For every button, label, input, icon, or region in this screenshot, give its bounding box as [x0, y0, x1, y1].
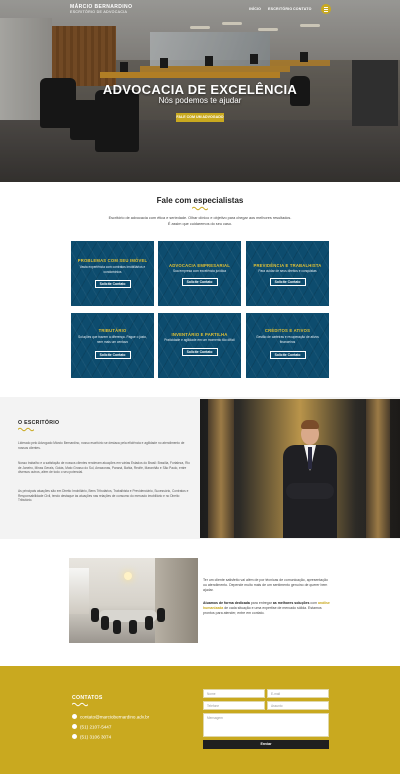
- service-card-title: ADVOCACIA EMPRESARIAL: [168, 263, 231, 268]
- solicite-contato-button[interactable]: Solicite Contato: [181, 348, 218, 356]
- logo-tagline: ESCRITÓRIO DE ADVOCACIA: [70, 10, 128, 14]
- meeting-paragraph: Ter um cliente satisfeito vai além de po…: [203, 578, 328, 592]
- email-field[interactable]: E-mail: [267, 689, 329, 698]
- contact-phone[interactable]: (51) 2107-5447: [72, 724, 111, 730]
- service-card: PROBLEMAS COM SEU IMÓVEL Vasta experiênc…: [71, 241, 154, 306]
- meeting-room-photo: [69, 558, 198, 643]
- escritorio-paragraph: Nosso trabalho e a satisfação de nossos …: [18, 461, 190, 475]
- photo-chair: [157, 608, 165, 622]
- squiggle-divider: [18, 427, 34, 432]
- hero-cta-button[interactable]: FALE COM UM ADVOGADO: [176, 113, 224, 122]
- service-card-description: Praticidade e agilidade em um momento tã…: [164, 338, 235, 342]
- send-button[interactable]: Enviar: [203, 740, 329, 749]
- photo-door: [366, 399, 390, 538]
- service-card-title: INVENTÁRIO E PARTILHA: [171, 332, 228, 337]
- whatsapp-icon: [72, 734, 77, 739]
- nav-item-escritorio[interactable]: ESCRITÓRIO: [268, 7, 292, 11]
- photo-window: [69, 568, 89, 614]
- photo-chair: [91, 608, 99, 622]
- contact-email[interactable]: contato@marciobernardino.adv.br: [72, 714, 149, 720]
- squiggle-divider: [192, 206, 208, 211]
- name-placeholder: Nome: [207, 692, 216, 696]
- menu-icon[interactable]: [321, 4, 331, 14]
- photo-wall: [155, 558, 198, 643]
- escritorio-paragraph: As principais atuações são em Direito Im…: [18, 489, 189, 503]
- solicite-contato-button[interactable]: Solicite Contato: [94, 280, 131, 288]
- service-card-title: CRÉDITOS E ATIVOS: [264, 328, 311, 333]
- photo-chair: [113, 620, 121, 634]
- phone-icon: [72, 724, 77, 729]
- escritorio-title: O ESCRITÓRIO: [18, 420, 60, 426]
- nav-item-inicio[interactable]: INÍCIO: [249, 7, 261, 11]
- photo-hair: [301, 420, 319, 429]
- photo-chair: [145, 616, 153, 630]
- meeting-paragraph-highlight: Atuamos de forma dedicada para entregar …: [203, 601, 331, 616]
- hero-title: ADVOCACIA DE EXCELÊNCIA: [102, 82, 298, 97]
- service-card: ADVOCACIA EMPRESARIAL Sua empresa com ex…: [158, 241, 241, 306]
- meeting-text: com: [309, 601, 318, 605]
- service-card-description: Para cuidar de seus direitos e conquista…: [258, 269, 317, 273]
- message-field[interactable]: Mensagem: [203, 713, 329, 737]
- subject-field[interactable]: Assunto: [267, 701, 329, 710]
- meeting-bold: Atuamos de forma dedicada: [203, 601, 250, 605]
- service-card-title: TRIBUTÁRIO: [98, 328, 127, 333]
- service-card-title: PREVIDÊNCIA E TRABALHISTA: [253, 263, 322, 268]
- contact-email-text: contato@marciobernardino.adv.br: [80, 714, 150, 720]
- photo-lamp: [124, 572, 132, 580]
- escritorio-paragraph: Liderado pelo Advogado Márcio Bernardino…: [18, 441, 185, 450]
- contact-phone-text: (51) 3106 3074: [80, 734, 112, 740]
- service-card-description: Vasta experiência com contratos imobiliá…: [79, 265, 146, 274]
- email-placeholder: E-mail: [271, 692, 281, 696]
- message-placeholder: Mensagem: [207, 716, 223, 720]
- squiggle-divider: [72, 702, 88, 707]
- contact-phone[interactable]: (51) 3106 3074: [72, 734, 111, 740]
- hero-subtitle: Nós podemos te ajudar: [158, 96, 242, 105]
- nav-item-contato[interactable]: CONTATO: [293, 7, 312, 11]
- solicite-contato-button[interactable]: Solicite Contato: [181, 278, 218, 286]
- contact-title: CONTATOS: [72, 695, 103, 701]
- photo-chair: [101, 616, 109, 630]
- service-card-title: PROBLEMAS COM SEU IMÓVEL: [77, 258, 148, 263]
- photo-chair: [129, 620, 137, 634]
- specialists-intro: Escritório de advocacia com ética e seri…: [90, 215, 310, 227]
- service-card: TRIBUTÁRIO Soluções que trazem a diferen…: [71, 313, 154, 378]
- meeting-text: para entregar: [249, 601, 273, 605]
- phone-placeholder: Telefone: [207, 704, 220, 708]
- name-field[interactable]: Nome: [203, 689, 265, 698]
- photo-door: [208, 399, 234, 538]
- meeting-bold: as melhores soluções: [272, 601, 310, 605]
- photo-arms: [286, 483, 334, 499]
- top-navigation: MÁRCIO BERNARDINO ESCRITÓRIO DE ADVOCACI…: [0, 0, 400, 20]
- specialists-intro-line2: É assim que cuidaremos do seu caso.: [167, 222, 233, 226]
- service-card-description: Soluções que trazem a diferença. Pague o…: [78, 335, 147, 344]
- phone-field[interactable]: Telefone: [203, 701, 265, 710]
- service-card-description: Gestão de carteiras e recuperação de ati…: [256, 335, 319, 344]
- service-card: INVENTÁRIO E PARTILHA Praticidade e agil…: [158, 313, 241, 378]
- solicite-contato-button[interactable]: Solicite Contato: [269, 351, 306, 359]
- subject-placeholder: Assunto: [271, 704, 283, 708]
- site-logo[interactable]: MÁRCIO BERNARDINO ESCRITÓRIO DE ADVOCACI…: [70, 5, 132, 15]
- photo-tie: [308, 447, 312, 469]
- service-card: CRÉDITOS E ATIVOS Gestão de carteiras e …: [246, 313, 329, 378]
- lawyer-photo: [200, 399, 400, 538]
- solicite-contato-button[interactable]: Solicite Contato: [269, 278, 306, 286]
- service-card-description: Sua empresa com excelência jurídica: [173, 269, 226, 273]
- solicite-contato-button[interactable]: Solicite Contato: [94, 351, 131, 359]
- email-icon: [72, 714, 77, 719]
- contact-section: [0, 666, 400, 774]
- service-card: PREVIDÊNCIA E TRABALHISTA Para cuidar de…: [246, 241, 329, 306]
- contact-phone-text: (51) 2107-5447: [80, 724, 112, 730]
- specialists-title: Fale com especialistas: [156, 196, 244, 205]
